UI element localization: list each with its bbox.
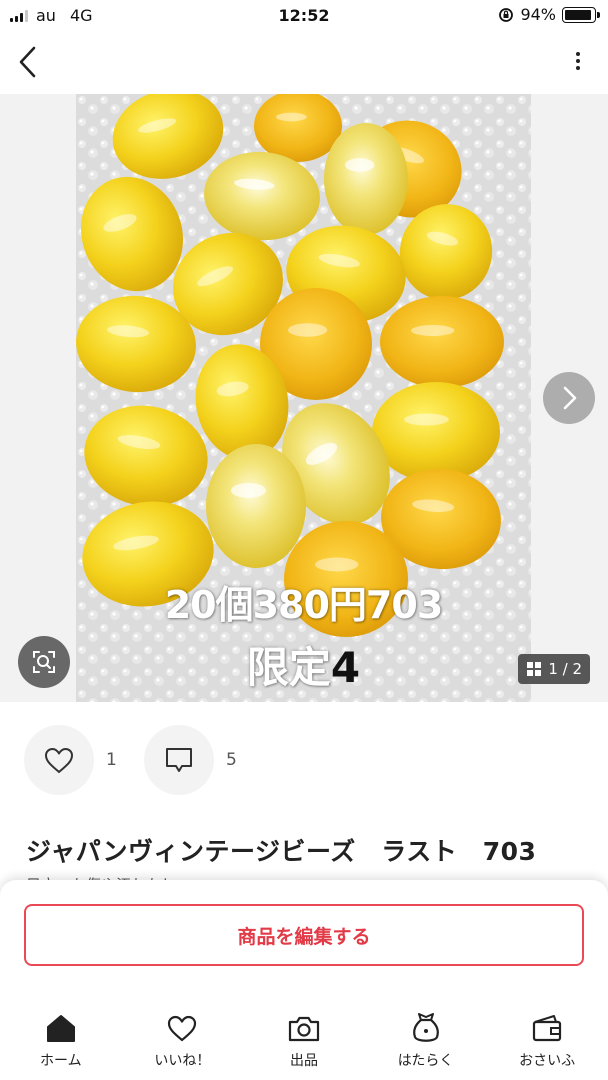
tab-work[interactable]: はたらく [365, 1010, 487, 1080]
image-counter[interactable]: 1 / 2 [518, 654, 590, 684]
comment-icon [166, 748, 192, 772]
camera-icon [288, 1016, 320, 1042]
heart-icon [45, 748, 73, 773]
more-dot [576, 59, 580, 63]
caption-limited-number: 4 [330, 643, 361, 692]
money-bag-icon [412, 1013, 439, 1042]
photo-caption-limited: 限定4 [76, 634, 531, 695]
heart-icon [168, 1015, 197, 1042]
comment-button[interactable] [144, 725, 214, 795]
tab-work-label: はたらく [397, 1053, 454, 1069]
engagement-row: 1 5 [24, 724, 264, 796]
like-button[interactable] [24, 725, 94, 795]
tab-home-label: ホーム [40, 1053, 82, 1069]
bottom-tab-bar: ホーム いいね！ 出品 はたらく おさいふ [0, 1010, 608, 1080]
image-search-icon [33, 651, 55, 673]
caption-limited-text: 限定 [246, 643, 331, 692]
top-nav [0, 36, 608, 88]
comment-count: 5 [226, 750, 237, 770]
image-counter-label: 1 / 2 [548, 660, 582, 678]
status-bar: au 4G 12:52 94% [0, 0, 608, 32]
grid-icon [527, 662, 542, 676]
more-dot [576, 66, 580, 70]
chevron-right-icon [563, 386, 577, 410]
photo-caption-price: 20個380円703 [164, 583, 444, 627]
tab-likes[interactable]: いいね！ [122, 1010, 244, 1080]
more-options-button[interactable] [572, 48, 584, 74]
image-gallery[interactable]: 20個380円703 限定4 1 / 2 [0, 94, 608, 702]
more-dot [576, 52, 580, 56]
like-count: 1 [106, 750, 117, 770]
back-button[interactable] [14, 44, 44, 80]
image-search-button[interactable] [18, 636, 70, 688]
edit-item-button[interactable]: 商品を編集する [24, 904, 584, 966]
tab-wallet[interactable]: おさいふ [486, 1010, 608, 1080]
chevron-left-icon [19, 46, 36, 78]
battery-icon [562, 6, 600, 23]
wallet-icon [533, 1015, 562, 1042]
tab-sell[interactable]: 出品 [243, 1010, 365, 1080]
tab-sell-label: 出品 [289, 1053, 318, 1069]
battery-percent: 94% [520, 5, 556, 24]
item-title: ジャパンヴィンテージビーズ ラスト 703 [26, 837, 537, 866]
rotation-lock-icon [499, 7, 514, 22]
tab-home[interactable]: ホーム [0, 1010, 122, 1080]
tab-wallet-label: おさいふ [519, 1053, 576, 1069]
next-image-button[interactable] [543, 372, 595, 424]
tab-likes-label: いいね！ [154, 1053, 211, 1069]
home-icon [46, 1015, 75, 1042]
